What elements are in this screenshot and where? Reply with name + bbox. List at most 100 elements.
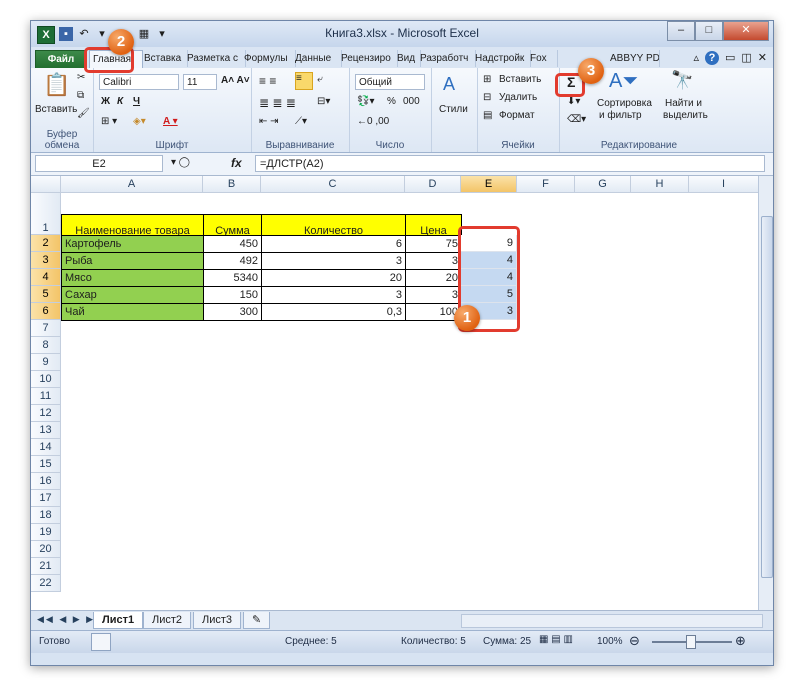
font-size-select[interactable]: 11 (183, 74, 217, 90)
column-header-g[interactable]: G (575, 176, 631, 193)
insert-function-icon[interactable]: fx (231, 156, 242, 170)
tab-addins[interactable]: Надстройк (472, 50, 531, 67)
column-header-i[interactable]: I (689, 176, 759, 193)
cell-a3[interactable]: Рыба (61, 252, 204, 270)
thousands-button[interactable]: 000 (403, 96, 420, 107)
cell-c6[interactable]: 0,3 (261, 303, 406, 321)
row-header-1[interactable]: 1 (31, 193, 61, 235)
cell-a2[interactable]: Картофель (61, 235, 204, 253)
formula-input[interactable]: =ДЛСТР(A2) (255, 155, 765, 172)
worksheet-grid[interactable]: A B C D E F G H I 1 2 3 4 5 6 7 8 9 10 1… (31, 176, 773, 610)
cell-a4[interactable]: Мясо (61, 269, 204, 287)
zoom-in-icon[interactable]: ⊕ (735, 633, 746, 649)
vertical-scroll-thumb[interactable] (761, 216, 773, 578)
row-header-14[interactable]: 14 (31, 439, 61, 456)
select-all-corner[interactable] (31, 176, 61, 193)
fill-color-icon[interactable]: ◈▾ (133, 116, 146, 127)
cell-d3[interactable]: 3 (405, 252, 462, 270)
wrap-text-icon[interactable]: ⤶ (317, 74, 323, 85)
row-header-17[interactable]: 17 (31, 490, 61, 507)
cell-d1[interactable]: Цена (405, 214, 462, 236)
row-header-8[interactable]: 8 (31, 337, 61, 354)
row-header-18[interactable]: 18 (31, 507, 61, 524)
vertical-scrollbar[interactable] (758, 176, 773, 610)
tab-developer[interactable]: Разработч (417, 50, 476, 67)
format-cells-icon[interactable]: ▤ (483, 110, 492, 121)
paste-icon[interactable]: 📋 (43, 72, 70, 98)
row-header-3[interactable]: 3 (31, 252, 61, 269)
clear-icon[interactable]: ⌫▾ (567, 114, 586, 125)
align-bottom-icon[interactable]: ≡ (295, 72, 313, 90)
percent-button[interactable]: % (387, 96, 396, 107)
insert-cells-button[interactable]: Вставить (499, 74, 541, 85)
cell-c3[interactable]: 3 (261, 252, 406, 270)
align-top-icon[interactable]: ≡ ≡ (259, 74, 276, 88)
copy-icon[interactable]: ⧉ (77, 90, 84, 101)
cell-a1[interactable]: Наименование товара (61, 214, 204, 236)
row-header-22[interactable]: 22 (31, 575, 61, 592)
close-button[interactable]: ✕ (723, 21, 769, 41)
cell-d4[interactable]: 20 (405, 269, 462, 287)
grow-font-icon[interactable]: A˄ A˅ (221, 75, 250, 86)
cell-d5[interactable]: 3 (405, 286, 462, 304)
cell-c4[interactable]: 20 (261, 269, 406, 287)
name-box[interactable]: E2 (35, 155, 163, 172)
column-header-f[interactable]: F (517, 176, 575, 193)
cell-c1[interactable]: Количество (261, 214, 406, 236)
underline-button[interactable]: Ч (133, 96, 140, 107)
find-select-label-1[interactable]: Найти и (665, 98, 702, 109)
tab-page-layout[interactable]: Разметка с (184, 50, 246, 67)
font-name-select[interactable]: Calibri (99, 74, 179, 90)
cell-b2[interactable]: 450 (203, 235, 262, 253)
cell-b3[interactable]: 492 (203, 252, 262, 270)
cell-a6[interactable]: Чай (61, 303, 204, 321)
format-painter-icon[interactable]: 🖌 (77, 108, 90, 119)
zoom-level[interactable]: 100% (597, 636, 623, 647)
italic-button[interactable]: К (117, 96, 123, 107)
cut-icon[interactable]: ✂ (77, 72, 85, 83)
currency-icon[interactable]: 💱▾ (357, 96, 374, 107)
number-format-select[interactable]: Общий (355, 74, 425, 90)
cell-c2[interactable]: 6 (261, 235, 406, 253)
fill-icon[interactable]: ⬇▾ (567, 96, 580, 107)
tab-formulas[interactable]: Формулы (241, 50, 296, 67)
increase-decimal-icon[interactable]: ←0 ,00 (357, 116, 389, 127)
row-header-21[interactable]: 21 (31, 558, 61, 575)
tab-file[interactable]: Файл (35, 50, 87, 69)
cell-d2[interactable]: 75 (405, 235, 462, 253)
restore-doc-icon[interactable]: ▭ (725, 51, 735, 65)
macro-record-icon[interactable] (91, 633, 111, 651)
merge-icon[interactable]: ⊟▾ (317, 96, 330, 107)
tab-data[interactable]: Данные (292, 50, 342, 67)
help-icon[interactable]: ? (704, 51, 719, 65)
horizontal-scrollbar[interactable] (461, 614, 763, 628)
column-header-h[interactable]: H (631, 176, 689, 193)
align-left-icon[interactable]: ≣ ≣ ≣ (259, 96, 296, 110)
column-header-b[interactable]: B (203, 176, 261, 193)
borders-icon[interactable]: ⊞ ▾ (101, 116, 117, 127)
cell-b4[interactable]: 5340 (203, 269, 262, 287)
styles-button[interactable]: Стили (439, 104, 468, 115)
row-header-6[interactable]: 6 (31, 303, 61, 320)
sort-filter-icon[interactable]: A⏷ (609, 70, 638, 93)
find-select-icon[interactable]: 🔭 (671, 70, 693, 91)
sort-filter-label-2[interactable]: и фильтр (599, 110, 642, 121)
styles-icon[interactable]: A (443, 74, 455, 95)
font-color-icon[interactable]: A ▾ (163, 116, 178, 127)
bold-button[interactable]: Ж (101, 96, 110, 107)
close-doc-icon[interactable]: ✕ (758, 51, 767, 65)
column-header-d[interactable]: D (405, 176, 461, 193)
zoom-out-icon[interactable]: ⊖ (629, 633, 640, 649)
cell-b6[interactable]: 300 (203, 303, 262, 321)
row-header-7[interactable]: 7 (31, 320, 61, 337)
sheet-tab-2[interactable]: Лист2 (143, 612, 192, 629)
minimize-ribbon-icon[interactable]: ▵ (693, 51, 699, 65)
row-header-16[interactable]: 16 (31, 473, 61, 490)
column-header-e[interactable]: E (461, 176, 517, 193)
insert-sheet-icon[interactable]: ✎ (243, 612, 271, 629)
minimize-button[interactable]: – (667, 21, 695, 41)
tab-review[interactable]: Рецензиро (338, 50, 398, 67)
paste-button[interactable]: Вставить (35, 104, 77, 115)
row-header-11[interactable]: 11 (31, 388, 61, 405)
tab-abbyy[interactable]: ABBYY PDF (607, 50, 660, 67)
